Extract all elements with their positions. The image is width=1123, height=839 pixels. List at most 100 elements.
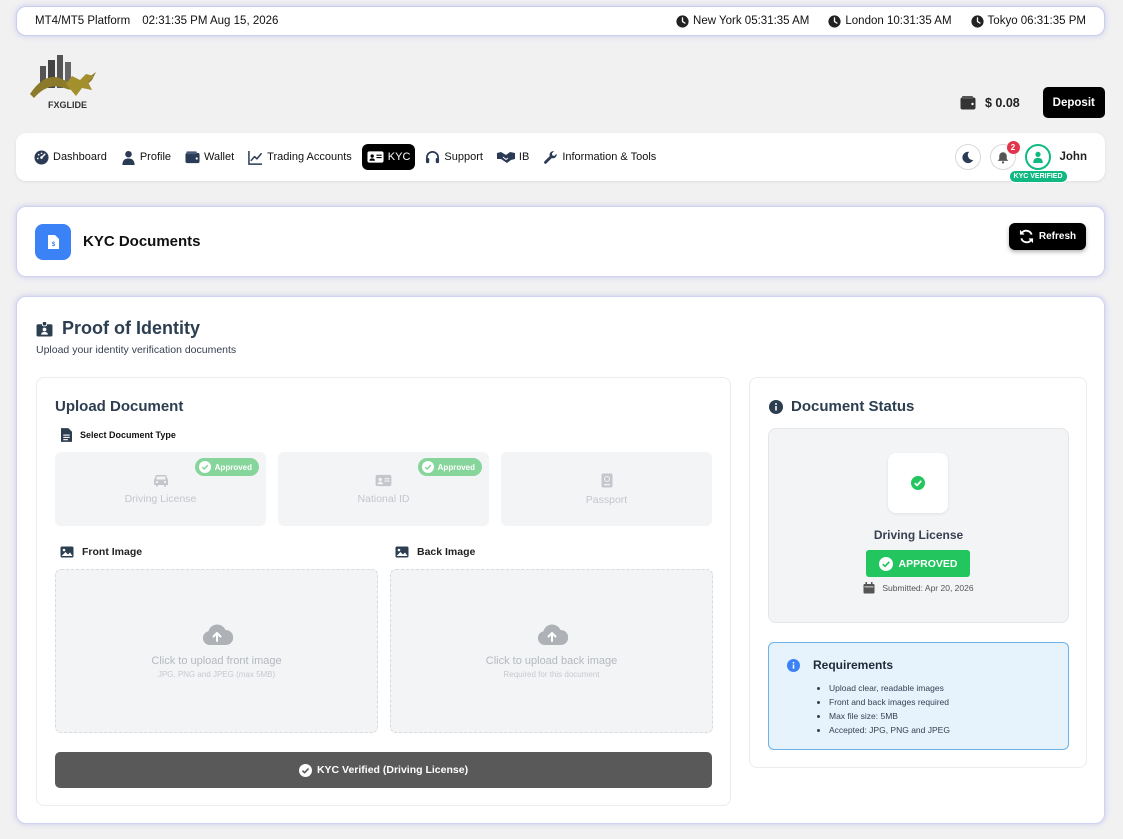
front-upload-hint: JPG, PNG and JPEG (max 5MB) (157, 670, 276, 679)
requirements-title: Requirements (787, 658, 893, 672)
cloud-upload-icon (202, 624, 233, 645)
check-circle-icon (298, 763, 312, 777)
status-title: Document Status (769, 398, 914, 415)
calendar-icon (863, 582, 875, 594)
wallet-icon (960, 95, 976, 109)
clock-icon (970, 14, 984, 28)
back-image-label: Back Image (395, 546, 475, 558)
status-badge-text: APPROVED (898, 557, 958, 570)
list-item: Front and back images required (829, 695, 950, 709)
refresh-button[interactable]: Refresh (1009, 223, 1086, 250)
image-icon (60, 546, 74, 558)
status-badge: APPROVED (866, 550, 970, 577)
doc-option-label: Driving License (124, 493, 197, 505)
nav-label: Dashboard (53, 151, 107, 163)
nav-label: IB (518, 151, 530, 163)
kyc-verified-button[interactable]: KYC Verified (Driving License) (55, 752, 712, 788)
nav-label: Profile (139, 151, 172, 163)
fxglide-logo-icon: FXGLIDE (30, 55, 96, 110)
nav-label: Information & Tools (562, 151, 657, 163)
proof-of-identity-card: Proof of Identity Upload your identity v… (16, 296, 1105, 824)
nav-support[interactable]: Support (425, 144, 483, 170)
id-card-icon (367, 151, 384, 163)
list-item: Upload clear, readable images (829, 681, 950, 695)
status-icon-box (888, 453, 948, 513)
logo-text: FXGLIDE (48, 100, 87, 110)
doc-option-passport[interactable]: Passport (501, 452, 712, 526)
approved-pill-text: Approved (437, 462, 475, 472)
front-image-upload-zone[interactable]: Click to upload front image JPG, PNG and… (55, 569, 378, 733)
user-menu[interactable]: John KYC VERIFIED (1008, 144, 1087, 183)
upload-document-panel: Upload Document Select Document Type App… (36, 377, 731, 806)
image-icon (395, 546, 409, 558)
kyc-verified-badge: KYC VERIFIED (1008, 170, 1068, 183)
user-icon (122, 150, 135, 165)
id-badge-icon (36, 320, 53, 336)
nav-dashboard[interactable]: Dashboard (34, 144, 107, 170)
front-image-text: Front Image (82, 546, 143, 558)
nav-label: KYC (387, 151, 411, 163)
submitted-text: Submitted: Apr 20, 2026 (882, 583, 974, 593)
platform-label: MT4/MT5 Platform (35, 15, 131, 27)
back-upload-hint: Required for this document (503, 670, 600, 679)
chart-line-icon (248, 150, 263, 165)
info-icon (769, 399, 783, 414)
front-image-label: Front Image (60, 546, 142, 558)
passport-icon (601, 473, 612, 487)
handshake-icon (496, 152, 515, 163)
avatar[interactable] (1024, 144, 1051, 170)
approved-pill: Approved (194, 458, 259, 476)
page-title: KYC Documents (83, 233, 201, 250)
moon-icon (962, 151, 974, 163)
nav-kyc[interactable]: KYC (361, 144, 416, 170)
theme-toggle-button[interactable] (954, 144, 981, 170)
wrench-icon (544, 150, 557, 164)
approved-pill-text: Approved (214, 462, 252, 472)
clock-label: New York 05:31:35 AM (693, 15, 810, 27)
clock-icon (828, 14, 841, 28)
back-upload-text: Click to upload back image (485, 655, 618, 667)
nav-ib[interactable]: IB (496, 144, 530, 170)
nav-information-tools[interactable]: Information & Tools (543, 144, 656, 170)
notifications-button[interactable]: 2 (989, 141, 1020, 170)
clock-label: London 10:31:35 AM (845, 15, 952, 27)
check-circle-icon (421, 461, 434, 473)
kyc-verified-text: KYC Verified (Driving License) (316, 764, 469, 776)
nav-label: Trading Accounts (267, 151, 352, 163)
section-title-text: Proof of Identity (62, 318, 200, 338)
back-image-upload-zone[interactable]: Click to upload back image Required for … (390, 569, 713, 733)
check-circle-icon (878, 556, 893, 571)
headset-icon (426, 150, 440, 163)
document-status-panel: Document Status Driving License APPROVED… (749, 377, 1087, 768)
dashboard-icon (34, 149, 49, 165)
submitted-date: Submitted: Apr 20, 2026 (769, 582, 1068, 594)
status-title-text: Document Status (791, 398, 915, 415)
current-datetime: 02:31:35 PM Aug 15, 2026 (142, 15, 279, 27)
requirements-box: Requirements Upload clear, readable imag… (768, 642, 1069, 750)
clock-tokyo: Tokyo 06:31:35 PM (970, 14, 1086, 28)
doc-option-national-id[interactable]: Approved National ID (278, 452, 489, 526)
fxglide-logo[interactable]: FXGLIDE (26, 50, 102, 114)
list-item: Accepted: JPG, PNG and JPEG (829, 723, 950, 737)
document-icon: $ (35, 223, 71, 260)
refresh-icon (1019, 229, 1033, 244)
status-document-name: Driving License (873, 528, 964, 542)
cloud-upload-icon (537, 624, 568, 645)
clock-new-york: New York 05:31:35 AM (676, 14, 810, 28)
nav-label: Wallet (204, 151, 235, 163)
notification-count-badge: 2 (1006, 141, 1020, 154)
nav-profile[interactable]: Profile (121, 144, 171, 170)
doc-option-driving-license[interactable]: Approved Driving License (55, 452, 266, 526)
user-icon (1032, 151, 1043, 163)
clock-london: London 10:31:35 AM (828, 14, 952, 28)
balance-amount: $ 0.08 (985, 95, 1020, 110)
refresh-label: Refresh (1038, 231, 1077, 242)
front-upload-text: Click to upload front image (151, 655, 282, 667)
deposit-button[interactable]: Deposit (1042, 87, 1105, 118)
nav-trading-accounts[interactable]: Trading Accounts (248, 144, 352, 170)
nav-wallet[interactable]: Wallet (185, 144, 234, 170)
section-title: Proof of Identity (36, 318, 200, 339)
section-subtitle: Upload your identity verification docume… (36, 344, 237, 356)
top-bar: MT4/MT5 Platform 02:31:35 PM Aug 15, 202… (16, 6, 1105, 36)
wallet-icon (185, 150, 200, 163)
